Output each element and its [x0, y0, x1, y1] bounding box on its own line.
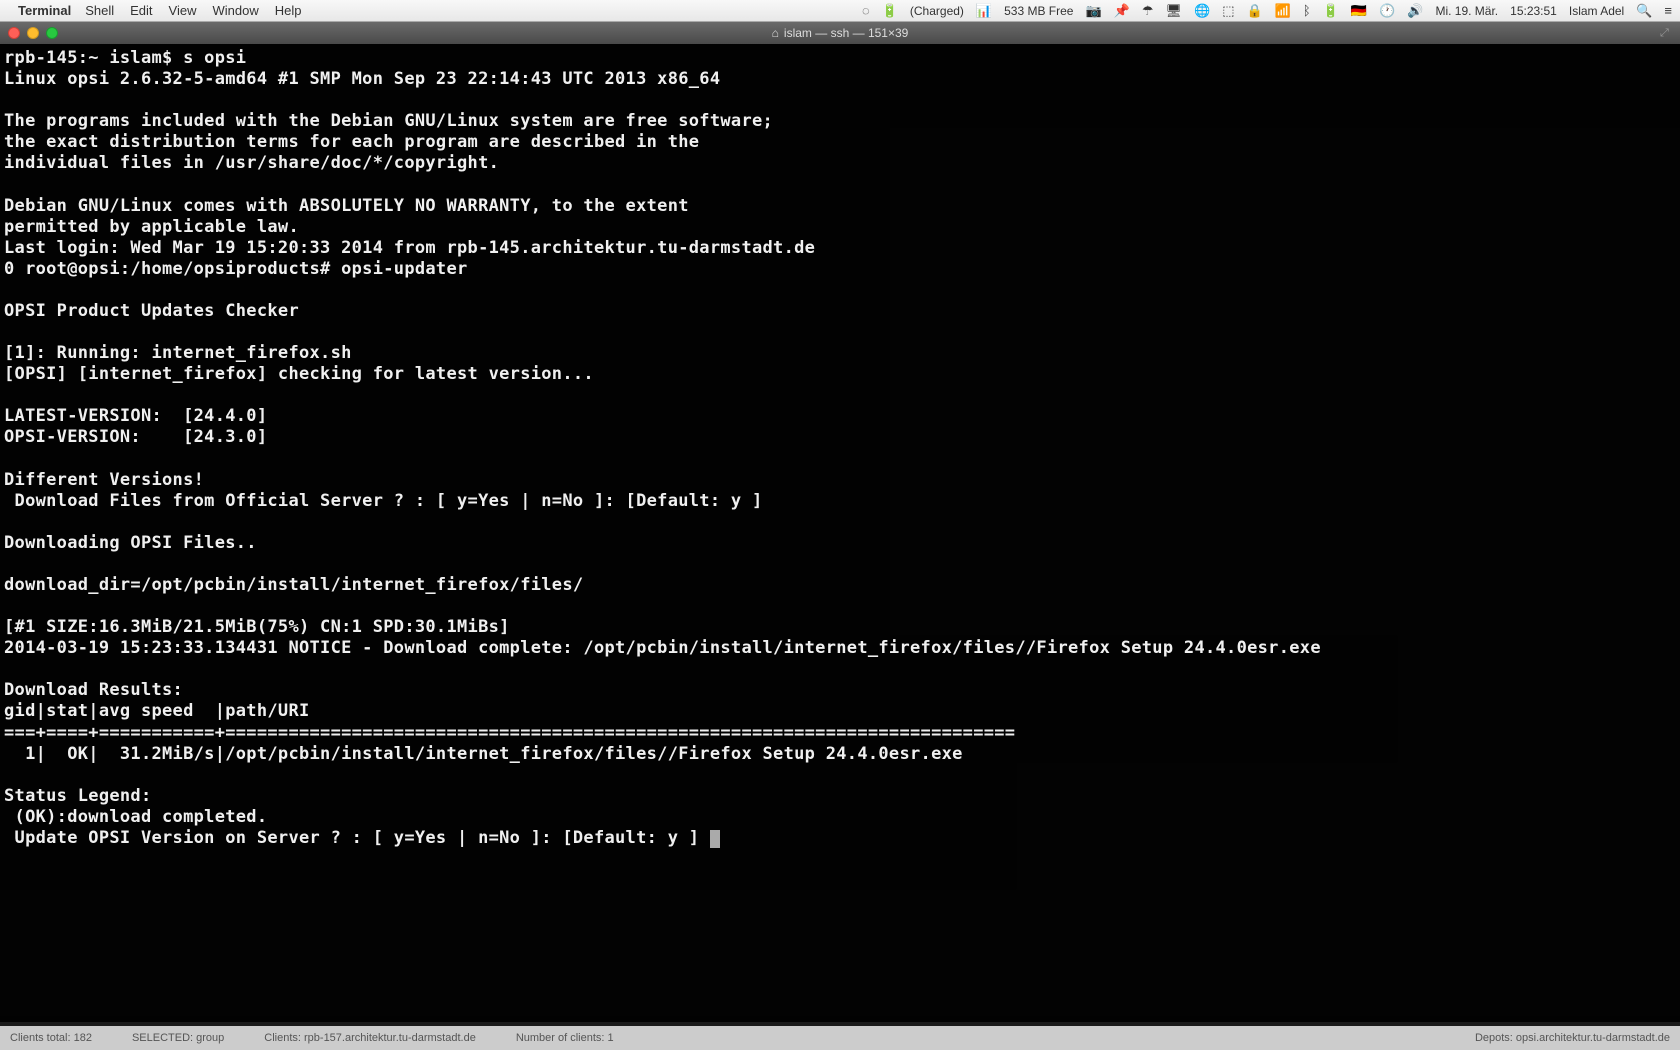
status-selected: SELECTED: group — [132, 1032, 224, 1044]
volume-icon[interactable]: 🔊 — [1407, 3, 1423, 19]
terminal-cursor — [710, 830, 720, 848]
sync-icon[interactable]: ◌ — [862, 3, 870, 18]
notification-icon[interactable]: ≡ — [1664, 3, 1672, 18]
globe-icon[interactable]: 🌐 — [1194, 3, 1210, 19]
memory-status: 533 MB Free — [1004, 4, 1073, 18]
background-status-bar: Clients total: 182 SELECTED: group Clien… — [0, 1026, 1680, 1050]
window-controls — [8, 27, 58, 39]
maximize-button[interactable] — [46, 27, 58, 39]
home-icon: ⌂ — [772, 26, 779, 40]
date-display[interactable]: Mi. 19. Mär. — [1435, 4, 1498, 18]
umbrella-icon[interactable]: ☂ — [1142, 3, 1154, 19]
battery-icon[interactable]: 🔋 — [882, 3, 898, 19]
camera-icon[interactable]: 📷 — [1085, 3, 1101, 19]
menubar-right: ◌ 🔋 (Charged) 📊 533 MB Free 📷 📌 ☂ 🖥 🌐 ⬚ … — [862, 3, 1672, 19]
app-name[interactable]: Terminal — [18, 3, 71, 18]
time-display[interactable]: 15:23:51 — [1510, 4, 1557, 18]
menubar-left: Terminal Shell Edit View Window Help — [8, 3, 318, 18]
menu-edit[interactable]: Edit — [130, 3, 152, 18]
battery-status: (Charged) — [910, 4, 964, 18]
menu-shell[interactable]: Shell — [85, 3, 114, 18]
memory-icon[interactable]: 📊 — [976, 3, 992, 19]
resize-corner-icon[interactable]: ⤢ — [1660, 27, 1672, 39]
terminal-titlebar[interactable]: ⌂ islam — ssh — 151×39 ⤢ — [0, 22, 1680, 44]
status-clients: Clients: rpb-157.architektur.tu-darmstad… — [264, 1032, 476, 1044]
lock-icon[interactable]: 🔒 — [1247, 3, 1263, 19]
battery-full-icon[interactable]: 🔋 — [1323, 3, 1339, 19]
spotlight-icon[interactable]: 🔍 — [1636, 3, 1652, 19]
flag-icon[interactable]: 🇩🇪 — [1351, 3, 1367, 19]
timemachine-icon[interactable]: 🕐 — [1379, 3, 1395, 19]
dropbox-icon[interactable]: ⬚ — [1222, 3, 1234, 19]
user-name[interactable]: Islam Adel — [1569, 4, 1624, 18]
window-title: ⌂ islam — ssh — 151×39 — [772, 26, 909, 40]
menu-window[interactable]: Window — [213, 3, 259, 18]
pin-icon[interactable]: 📌 — [1114, 3, 1130, 19]
macos-menubar: Terminal Shell Edit View Window Help ◌ 🔋… — [0, 0, 1680, 22]
wifi-icon[interactable]: 📶 — [1275, 3, 1291, 19]
status-num-clients: Number of clients: 1 — [516, 1032, 614, 1044]
bluetooth-icon[interactable]: ᛒ — [1303, 3, 1311, 18]
monitor-icon[interactable]: 🖥 — [1166, 3, 1183, 19]
window-title-text: islam — ssh — 151×39 — [784, 26, 908, 40]
menu-help[interactable]: Help — [275, 3, 302, 18]
terminal-output[interactable]: rpb-145:~ islam$ s opsi Linux opsi 2.6.3… — [0, 44, 1680, 1022]
status-clients-total: Clients total: 182 — [10, 1032, 92, 1044]
status-depots: Depots: opsi.architektur.tu-darmstadt.de — [1475, 1032, 1670, 1044]
close-button[interactable] — [8, 27, 20, 39]
minimize-button[interactable] — [27, 27, 39, 39]
menu-view[interactable]: View — [169, 3, 197, 18]
